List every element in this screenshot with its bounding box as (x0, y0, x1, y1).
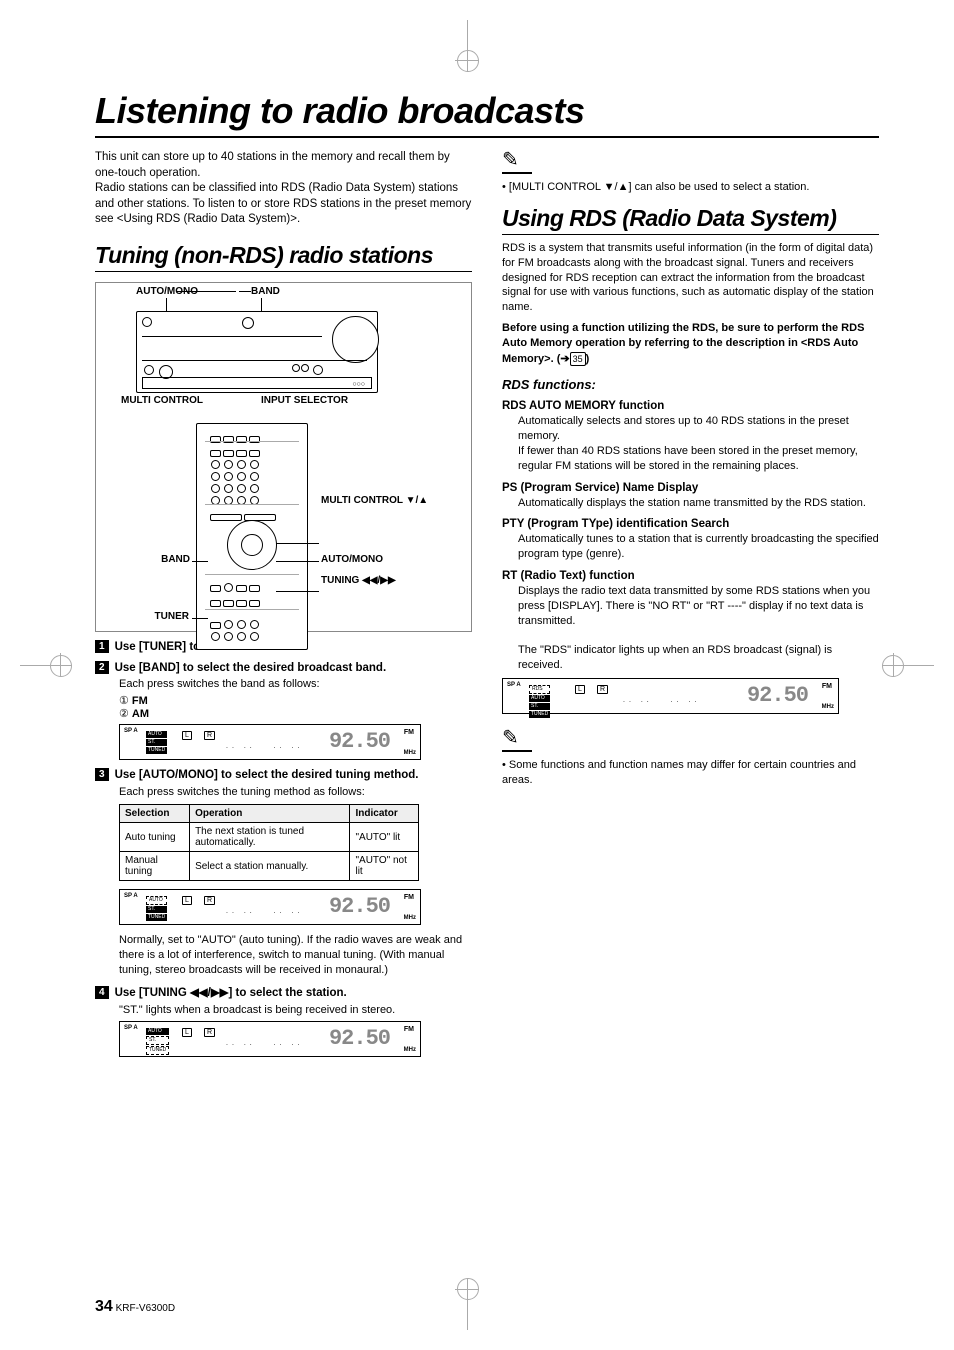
note-icon: ✎ (502, 728, 532, 752)
step-2-opt2: ② ② AMAM (119, 707, 472, 720)
step-3-number: 3 (95, 768, 109, 781)
func-ps-title: PS (Program Service) Name Display (502, 482, 879, 494)
table-row: Auto tuning The next station is tuned au… (120, 823, 419, 852)
remote-panel (196, 423, 308, 650)
func-auto-memory-title: RDS AUTO MEMORY function (502, 400, 879, 412)
rds-intro: RDS is a system that transmits useful in… (502, 241, 879, 315)
step-2-number: 2 (95, 661, 109, 674)
step-4-text: Use [TUNING ◀◀/▶▶] to select the station… (115, 986, 347, 1001)
diag-band-side: BAND (150, 554, 190, 565)
note-multi-control: [MULTI CONTROL ▼/▲] can also be used to … (502, 180, 879, 195)
lcd-display-rds: SP A RDS AUTO ST. TUNED L R .. .. .. .. … (502, 678, 839, 714)
func-pty-title: PTY (Program TYpe) identification Search (502, 518, 879, 530)
lcd-display-2: SP A AUTO ST. TUNED L R .. .. .. .. 92.5… (119, 889, 421, 925)
func-auto-memory-body: Automatically selects and stores up to 4… (518, 414, 879, 473)
step-3-note: Normally, set to "AUTO" (auto tuning). I… (119, 933, 472, 978)
rds-functions-heading: RDS functions: (502, 377, 879, 392)
diag-tuning: TUNING ◀◀/▶▶ (321, 575, 396, 586)
tuning-table: Selection Operation Indicator Auto tunin… (119, 804, 419, 881)
func-ps-body: Automatically displays the station name … (518, 496, 879, 511)
lcd-display-3: SP A AUTO ST. TUNED L R .. .. .. .. 92.5… (119, 1021, 421, 1057)
diag-multi-control-ud: MULTI CONTROL ▼/▲ (321, 495, 428, 506)
table-row: Manual tuning Select a station manually.… (120, 852, 419, 881)
table-h2: Operation (190, 805, 350, 823)
step-2-opt1: ① ① FMFM (119, 694, 472, 707)
step-3-text: Use [AUTO/MONO] to select the desired tu… (115, 768, 419, 783)
diag-multi-control: MULTI CONTROL (121, 395, 203, 406)
diag-auto-mono-side: AUTO/MONO (321, 554, 383, 565)
intro-text: This unit can store up to 40 stations in… (95, 150, 472, 228)
rds-indicator-note: The "RDS" indicator lights up when an RD… (518, 643, 879, 673)
left-column: This unit can store up to 40 stations in… (95, 150, 472, 1065)
tuning-section-title: Tuning (non-RDS) radio stations (95, 242, 472, 272)
diag-input-selector: INPUT SELECTOR (261, 395, 348, 406)
func-rt-body: Displays the radio text data transmitted… (518, 584, 879, 629)
step-2-text: Use [BAND] to select the desired broadca… (115, 661, 387, 676)
func-pty-body: Automatically tunes to a station that is… (518, 532, 879, 562)
right-column: ✎ [MULTI CONTROL ▼/▲] can also be used t… (502, 150, 879, 1065)
step-2-sub: Each press switches the band as follows: (119, 677, 472, 692)
rds-section-title: Using RDS (Radio Data System) (502, 205, 879, 235)
rds-bold-block: Before using a function utilizing the RD… (502, 321, 879, 367)
step-1-number: 1 (95, 640, 109, 653)
main-title: Listening to radio broadcasts (95, 90, 879, 132)
note-icon: ✎ (502, 150, 532, 174)
diag-tuner: TUNER (149, 611, 189, 622)
diag-band-top: BAND (251, 286, 280, 297)
step-4-sub: "ST." lights when a broadcast is being r… (119, 1003, 472, 1018)
front-panel: ○○○ (136, 311, 378, 393)
func-rt-title: RT (Radio Text) function (502, 570, 879, 582)
table-h3: Indicator (350, 805, 419, 823)
step-3-sub: Each press switches the tuning method as… (119, 785, 472, 800)
device-diagram: AUTO/MONO BAND ○○ (95, 282, 472, 632)
table-h1: Selection (120, 805, 190, 823)
lcd-display-1: SP A AUTO ST. TUNED L R .. .. .. .. 92.5… (119, 724, 421, 760)
note-functions-differ: Some functions and function names may di… (502, 758, 879, 788)
step-4-number: 4 (95, 986, 109, 999)
title-rule (95, 136, 879, 138)
page-number: 34 KRF-V6300D (95, 1298, 175, 1316)
